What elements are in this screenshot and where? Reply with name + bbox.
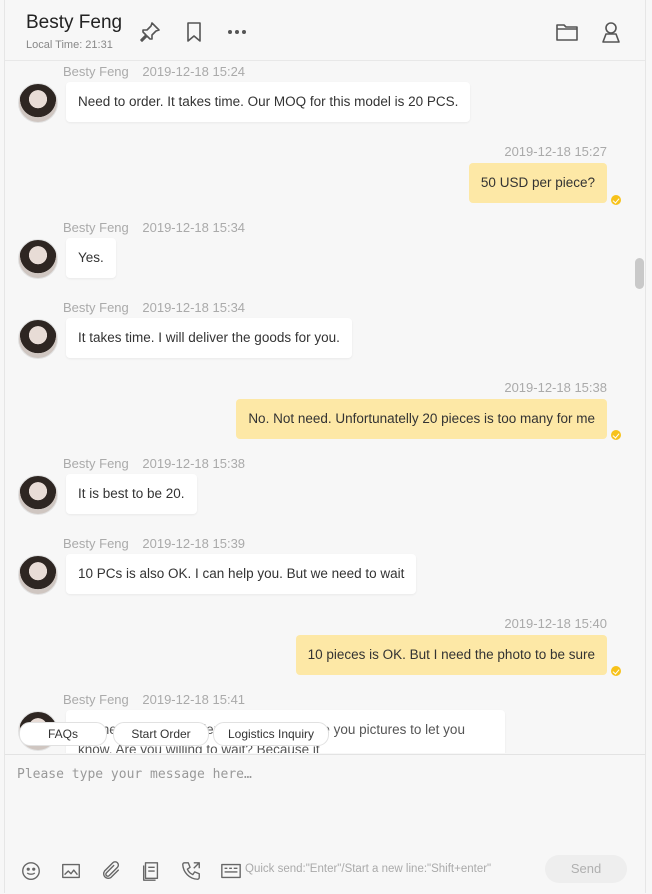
local-time: Local Time: 21:31 (26, 39, 113, 51)
message-time: 2019-12-18 15:41 (142, 692, 246, 707)
message-meta: Besty Feng 2019-12-18 15:41 (63, 692, 245, 707)
message-time: 2019-12-18 15:38 (142, 456, 246, 471)
message-bubble-incoming[interactable]: It takes time. I will deliver the goods … (66, 318, 352, 358)
more-icon[interactable] (225, 20, 249, 44)
avatar[interactable] (18, 475, 58, 515)
contact-name: Besty Feng (26, 12, 123, 33)
message-meta: Besty Feng 2019-12-18 15:39 (63, 536, 245, 551)
message-input[interactable] (15, 765, 634, 849)
message-meta: Besty Feng 2019-12-18 15:34 (63, 220, 245, 235)
message-list[interactable]: Besty Feng 2019-12-18 15:24 Need to orde… (5, 61, 645, 753)
product-card-icon[interactable] (140, 860, 162, 882)
emoji-icon[interactable] (20, 860, 42, 882)
pin-icon[interactable] (138, 20, 162, 44)
scrollbar-thumb[interactable] (635, 258, 644, 289)
message-time: 2019-12-18 15:27 (504, 144, 607, 159)
folder-icon[interactable] (555, 20, 579, 44)
message-sender: Besty Feng (63, 300, 129, 315)
chat-header: Besty Feng Local Time: 21:31 (5, 0, 645, 61)
message-sender: Besty Feng (63, 220, 129, 235)
message-meta: Besty Feng 2019-12-18 15:24 (63, 64, 245, 79)
message-meta: Besty Feng 2019-12-18 15:34 (63, 300, 245, 315)
user-profile-icon[interactable] (599, 20, 623, 44)
bookmark-icon[interactable] (182, 20, 206, 44)
message-bubble-outgoing[interactable]: 10 pieces is OK. But I need the photo to… (295, 635, 607, 675)
message-bubble-incoming[interactable]: It is best to be 20. (66, 474, 197, 514)
message-bubble-incoming[interactable]: Need to order. It takes time. Our MOQ fo… (66, 82, 471, 122)
attachment-icon[interactable] (100, 860, 122, 882)
quick-reply-faqs[interactable]: FAQs (19, 722, 107, 746)
quick-send-icon[interactable] (220, 860, 242, 882)
read-check-icon (611, 666, 621, 676)
message-sender: Besty Feng (63, 456, 129, 471)
message-meta: Besty Feng 2019-12-18 15:38 (63, 456, 245, 471)
image-icon[interactable] (60, 860, 82, 882)
message-time: 2019-12-18 15:34 (142, 220, 246, 235)
read-check-icon (611, 195, 621, 205)
send-button[interactable]: Send (545, 855, 627, 883)
message-sender: Besty Feng (63, 64, 129, 79)
composer: Quick send:"Enter"/Start a new line:"Shi… (5, 754, 645, 894)
message-time: 2019-12-18 15:34 (142, 300, 246, 315)
quick-send-hint: Quick send:"Enter"/Start a new line:"Shi… (245, 863, 492, 875)
quick-reply-logistics-inquiry[interactable]: Logistics Inquiry (213, 722, 329, 746)
message-bubble-outgoing[interactable]: 50 USD per piece? (468, 163, 607, 203)
call-icon[interactable] (180, 860, 202, 882)
message-bubble-incoming[interactable]: Yes. (66, 238, 116, 278)
message-time: 2019-12-18 15:38 (504, 380, 607, 395)
message-sender: Besty Feng (63, 536, 129, 551)
quick-reply-start-order[interactable]: Start Order (113, 722, 209, 746)
avatar[interactable] (18, 319, 58, 359)
avatar[interactable] (18, 555, 58, 595)
chat-window: Besty Feng Local Time: 21:31 Besty Feng … (4, 0, 646, 894)
avatar[interactable] (18, 239, 58, 279)
message-bubble-incoming[interactable]: 10 PCs is also OK. I can help you. But w… (66, 554, 417, 594)
message-sender: Besty Feng (63, 692, 129, 707)
avatar[interactable] (18, 83, 58, 123)
message-time: 2019-12-18 15:40 (504, 616, 607, 631)
read-check-icon (611, 430, 621, 440)
message-time: 2019-12-18 15:24 (142, 64, 246, 79)
message-time: 2019-12-18 15:39 (142, 536, 246, 551)
message-bubble-outgoing[interactable]: No. Not need. Unfortunatelly 20 pieces i… (236, 399, 607, 439)
